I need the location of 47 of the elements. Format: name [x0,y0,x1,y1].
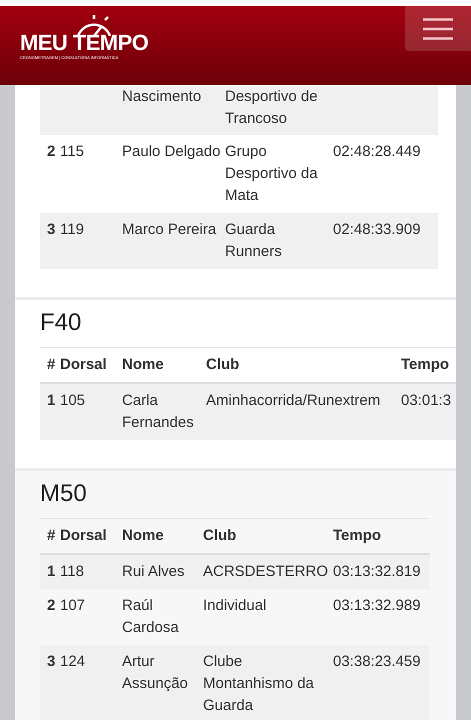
name-cell: Artur Assunção [122,653,188,692]
name-cell: Paulo Delgado [122,143,220,160]
rank-cell: 2 [47,597,56,614]
bib-cell: 105 [60,392,86,409]
column-header: # [47,527,56,544]
name-cell: Raúl Cardosa [122,597,179,636]
column-header: Tempo [333,527,382,544]
club-cell: Individual [203,597,266,614]
rank-cell: 3 [47,221,56,238]
name-cell: Rui Alves [122,563,185,580]
club-cell: Grupo Desportivo da Mata [225,143,318,204]
time-cell: 03:01:3 [401,392,452,409]
menu-icon [423,18,453,40]
club-cell: Desportivo de Trancoso [225,88,318,127]
club-cell: Clube Montanhismo da Guarda [203,653,314,714]
time-cell: 02:48:28.449 [333,143,421,160]
club-cell: ACRSDESTERRO [203,563,328,580]
bib-cell: 124 [60,653,86,670]
name-cell: Carla Fernandes [122,392,194,431]
time-cell: 03:38:23.459 [333,653,421,670]
bib-cell: 118 [60,563,84,580]
rank-cell: 3 [47,653,56,670]
bib-cell: 119 [60,221,84,238]
column-header: Nome [122,527,164,544]
menu-button[interactable] [405,6,471,51]
time-cell: 03:13:32.819 [333,563,421,580]
category-heading: F40 [40,308,82,338]
club-cell: Guarda Runners [225,221,282,260]
column-header: Club [206,356,240,373]
column-header: # [47,356,56,373]
category-heading: M50 [40,479,88,509]
column-header: Dorsal [60,356,107,373]
column-header: Tempo [401,356,450,373]
column-header: Nome [122,356,164,373]
rank-cell: 1 [47,563,56,580]
rank-cell: 2 [47,143,56,160]
club-cell: Aminhacorrida/Runextrem [206,392,380,409]
time-cell: 02:48:33.909 [333,221,421,238]
name-cell: Nascimento [122,88,202,105]
name-cell: Marco Pereira [122,221,216,238]
column-header: Dorsal [60,527,107,544]
logo-title: MEU TEMPO [20,32,148,54]
column-header: Club [203,527,236,544]
time-cell: 03:13:32.989 [333,597,421,614]
rank-cell: 1 [47,392,56,409]
bib-cell: 107 [60,597,86,614]
bib-cell: 115 [60,143,84,160]
